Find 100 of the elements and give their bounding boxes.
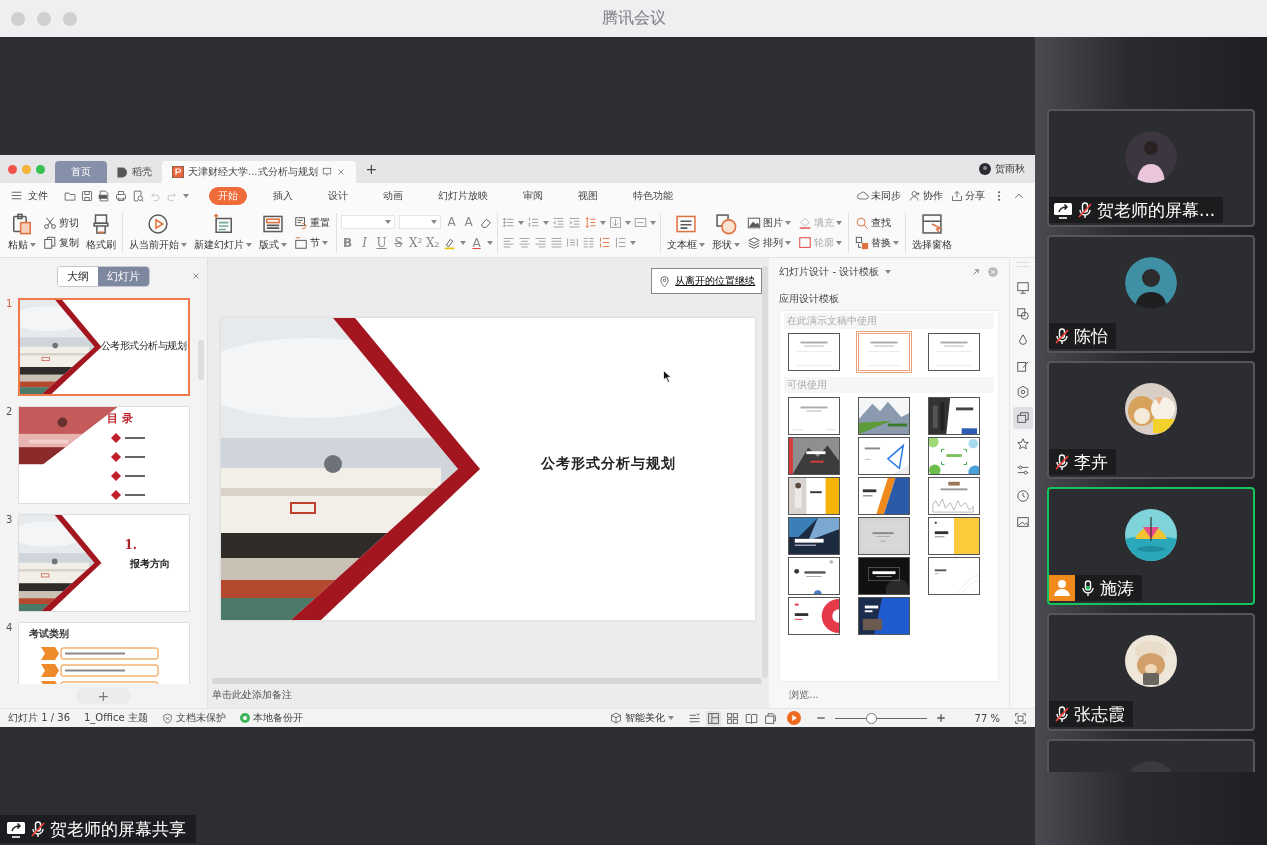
template-thumbnail[interactable] <box>858 517 911 555</box>
picture-button[interactable]: 图片 <box>745 214 793 231</box>
menu-icon[interactable] <box>10 189 23 202</box>
font-style-button[interactable]: X₂ <box>426 236 439 250</box>
sync-button[interactable]: 未同步 <box>857 188 901 203</box>
template-thumbnail[interactable] <box>928 333 981 371</box>
slide-thumbnail[interactable]: 目 录 <box>18 406 190 504</box>
template-thumbnail[interactable] <box>788 597 841 635</box>
play-from-current-button[interactable]: 从当前开始 <box>127 212 189 253</box>
template-thumbnail[interactable] <box>928 397 981 435</box>
folder-icon[interactable] <box>64 189 76 202</box>
text-direction-icon[interactable] <box>609 216 622 229</box>
ribbon-tab[interactable]: 视图 <box>569 186 607 205</box>
video-tile[interactable]: 施涛 <box>1047 487 1255 605</box>
video-tile[interactable]: 张志霞 <box>1047 613 1255 731</box>
save-icon[interactable] <box>81 189 93 202</box>
align-right-icon[interactable] <box>534 236 547 249</box>
align-center-icon[interactable] <box>518 236 531 249</box>
slide-sorter-button[interactable] <box>724 710 740 726</box>
selection-pane-button[interactable]: 选择窗格 <box>910 212 954 253</box>
print-preview-icon[interactable] <box>132 189 144 202</box>
ribbon-tab[interactable]: 特色功能 <box>624 186 682 205</box>
align-left-icon[interactable] <box>502 236 515 249</box>
line-spacing-icon[interactable] <box>614 236 627 249</box>
slide-thumbnail[interactable]: 公考形式分析与规划 <box>18 298 190 396</box>
copy-button[interactable]: 复制 <box>41 234 81 251</box>
close-icon[interactable] <box>190 271 201 281</box>
new-tab-button[interactable]: + <box>365 161 378 177</box>
template-thumbnail[interactable] <box>788 517 841 555</box>
outdent-icon[interactable] <box>552 216 565 229</box>
template-thumbnail[interactable] <box>788 437 841 475</box>
cut-button[interactable]: 剪切 <box>41 214 81 231</box>
ribbon-tab[interactable]: 审阅 <box>514 186 552 205</box>
template-thumbnail[interactable] <box>858 477 911 515</box>
template-thumbnail[interactable] <box>858 437 911 475</box>
ribbon-tab[interactable]: 动画 <box>374 186 412 205</box>
template-thumbnail[interactable] <box>788 333 841 371</box>
video-tile[interactable]: 李卉 <box>1047 361 1255 479</box>
font-style-button[interactable]: U <box>375 236 388 250</box>
normal-view-button[interactable] <box>705 710 721 726</box>
pop-out-icon[interactable] <box>970 266 982 278</box>
close-icon[interactable] <box>335 167 346 177</box>
layout-button[interactable]: 版式 <box>257 212 289 253</box>
font-style-button[interactable]: X² <box>409 236 422 250</box>
notes-field[interactable]: 单击此处添加备注 <box>211 688 292 702</box>
indent-icon[interactable] <box>568 216 581 229</box>
ribbon-tab[interactable]: 设计 <box>319 186 357 205</box>
paste-button[interactable]: 粘贴 <box>6 212 38 253</box>
smart-beautify-button[interactable]: 智能美化 <box>609 711 674 725</box>
replace-button[interactable]: 替换 <box>853 234 901 251</box>
ribbon-tab[interactable]: 幻灯片放映 <box>429 186 497 205</box>
browse-link[interactable]: 浏览... <box>789 688 1000 702</box>
template-thumbnail[interactable] <box>858 333 911 371</box>
arrange-button[interactable]: 排列 <box>745 234 793 251</box>
new-slide-button[interactable]: 新建幻灯片 <box>192 212 254 253</box>
share-button[interactable]: 分享 <box>951 188 985 203</box>
textbox-button[interactable]: 文本框 <box>665 212 707 253</box>
video-tile[interactable]: 贺老师的屏幕... <box>1047 109 1255 227</box>
template-tool-button[interactable] <box>1012 407 1033 429</box>
template-thumbnail[interactable] <box>928 557 981 595</box>
slide-thumbnail[interactable]: 考试类别 <box>18 622 190 684</box>
template-thumbnail[interactable] <box>928 477 981 515</box>
section-button[interactable]: 节 <box>292 234 332 251</box>
highlighter-icon[interactable] <box>443 236 456 250</box>
presenter-view-button[interactable] <box>762 710 778 726</box>
justify-icon[interactable] <box>550 236 563 249</box>
document-icon[interactable] <box>98 189 110 202</box>
zoom-in-icon[interactable] <box>934 712 947 724</box>
template-thumbnail[interactable] <box>858 557 911 595</box>
font-style-button[interactable]: I <box>358 236 371 250</box>
print-icon[interactable] <box>115 189 127 202</box>
view-tab[interactable]: 大纲 <box>57 266 98 286</box>
template-thumbnail[interactable] <box>928 517 981 555</box>
text-align-icon[interactable] <box>634 216 647 229</box>
distribute-icon[interactable] <box>566 236 579 249</box>
font-style-button[interactable]: S <box>392 236 405 250</box>
scrollbar[interactable] <box>762 266 769 678</box>
view-tab[interactable]: 幻灯片 <box>97 266 149 286</box>
add-slide-button[interactable]: + <box>75 688 132 704</box>
template-thumbnail[interactable] <box>858 397 911 435</box>
columns-icon[interactable] <box>582 236 595 249</box>
resume-button[interactable]: 从离开的位置继续 <box>651 268 763 294</box>
panel-title[interactable]: 幻灯片设计 - 设计模板 <box>779 265 880 279</box>
slide-canvas[interactable]: 公考形式分析与规划 <box>220 318 755 620</box>
find-button[interactable]: 查找 <box>853 214 901 231</box>
zoom-percent[interactable]: 77 % <box>974 712 1000 724</box>
paragraph-spacing-icon[interactable] <box>598 236 611 249</box>
slider-thumb[interactable] <box>866 712 878 724</box>
shape-button[interactable]: 形状 <box>710 212 742 253</box>
line-spacing-icon[interactable] <box>584 216 597 229</box>
scrollbar[interactable] <box>197 340 204 380</box>
template-thumbnail[interactable] <box>788 557 841 595</box>
bullet-list-icon[interactable] <box>502 216 515 229</box>
fit-window-icon[interactable] <box>1014 711 1027 725</box>
document-tab[interactable]: 稻壳 <box>107 161 162 183</box>
slide-thumbnail[interactable]: 1. 报考方向 <box>18 514 190 612</box>
template-thumbnail[interactable] <box>788 477 841 515</box>
file-menu[interactable]: 文件 <box>28 188 48 203</box>
numbered-list-icon[interactable] <box>527 216 540 229</box>
reset-button[interactable]: 重置 <box>292 214 332 231</box>
